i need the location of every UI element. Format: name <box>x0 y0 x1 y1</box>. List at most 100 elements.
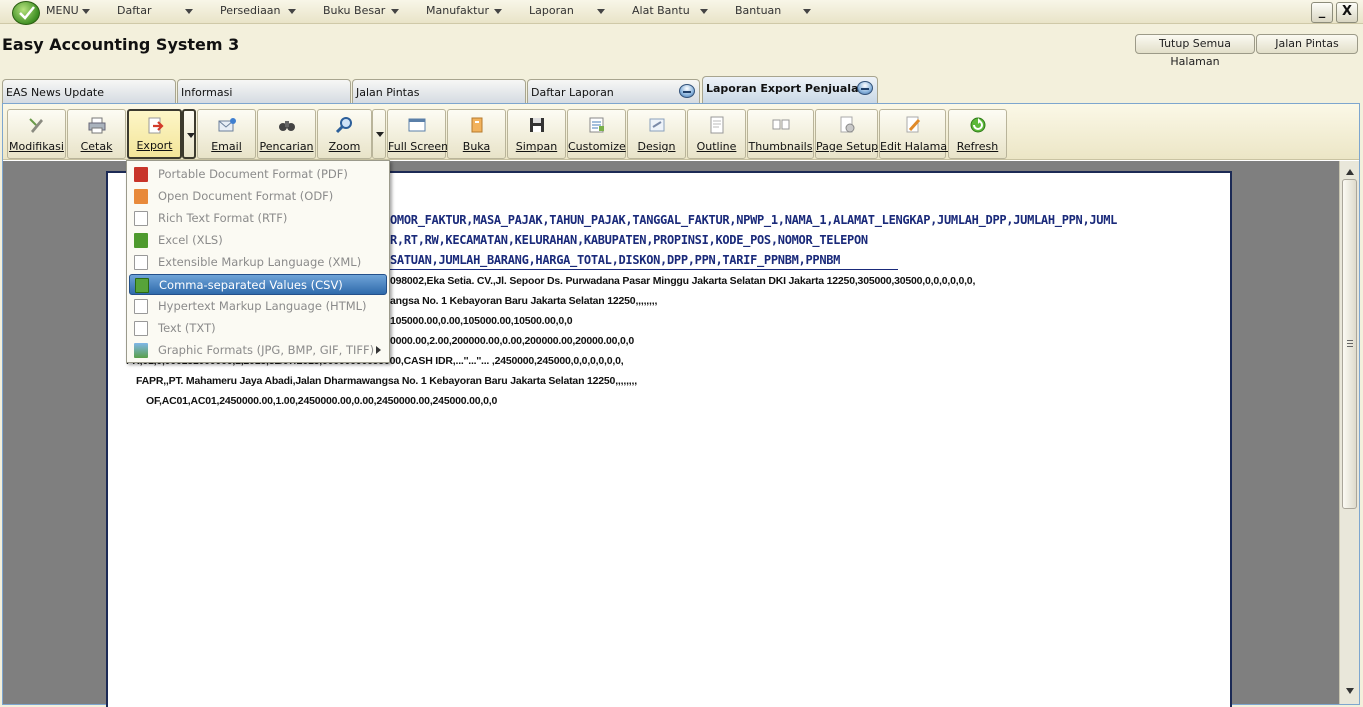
scroll-up-arrow-icon[interactable] <box>1346 169 1354 175</box>
modifikasi-button[interactable]: Modifikasi <box>7 109 66 159</box>
export-txt-label: Text (TXT) <box>158 321 216 335</box>
export-xml-item[interactable]: Extensible Markup Language (XML) <box>129 252 387 273</box>
header-underline <box>390 269 898 270</box>
export-rtf-label: Rich Text Format (RTF) <box>158 211 288 225</box>
tab-laporan-export-penjualan[interactable]: Laporan Export Penjuala... <box>702 76 878 103</box>
chevron-down-icon <box>288 9 296 14</box>
edit-halaman-button[interactable]: Edit Halaman <box>879 109 955 159</box>
export-xml-label: Extensible Markup Language (XML) <box>158 255 362 269</box>
page-setup-label: Page Setup <box>816 140 879 153</box>
edit-page-icon <box>906 116 920 133</box>
export-xls-item[interactable]: Excel (XLS) <box>129 230 387 251</box>
export-odf-label: Open Document Format (ODF) <box>158 189 334 203</box>
scrollbar-thumb[interactable] <box>1342 179 1357 509</box>
tab-label: Daftar Laporan <box>531 86 614 99</box>
design-icon <box>649 118 664 132</box>
design-button[interactable]: Design <box>627 109 686 159</box>
refresh-icon <box>970 117 985 133</box>
export-txt-item[interactable]: Text (TXT) <box>129 318 387 339</box>
printer-icon <box>88 117 105 134</box>
odf-file-icon <box>134 189 148 204</box>
tab-label: Informasi <box>181 86 233 99</box>
close-all-pages-button[interactable]: Tutup Semua Halaman <box>1135 34 1255 68</box>
export-label: Export <box>136 139 173 152</box>
minimize-button[interactable]: _ <box>1311 2 1333 23</box>
full-screen-icon <box>408 118 425 132</box>
tab-label: Laporan Export Penjuala... <box>706 82 872 95</box>
menu-daftar[interactable]: Daftar <box>117 4 193 20</box>
tab-eas-news-update[interactable]: EAS News Update <box>2 79 176 103</box>
export-dropdown-arrow[interactable] <box>182 109 196 159</box>
app-logo-icon[interactable] <box>12 1 40 25</box>
export-button[interactable]: Export <box>127 109 182 159</box>
outline-button[interactable]: Outline <box>687 109 746 159</box>
tab-strip: EAS News Update Informasi Jalan Pintas D… <box>0 76 1363 103</box>
app-title: Easy Accounting System 3 <box>2 35 240 54</box>
save-disk-icon <box>529 118 544 132</box>
close-tab-icon[interactable] <box>857 81 873 95</box>
export-icon <box>148 117 164 134</box>
thumbnails-label: Thumbnails <box>748 140 813 153</box>
menu-bantuan[interactable]: Bantuan <box>735 4 811 20</box>
close-button[interactable]: X <box>1336 2 1358 23</box>
menu-persediaan[interactable]: Persediaan <box>220 4 296 20</box>
close-tab-icon[interactable] <box>679 84 695 98</box>
export-rtf-item[interactable]: Rich Text Format (RTF) <box>129 208 387 229</box>
tab-daftar-laporan[interactable]: Daftar Laporan <box>527 79 700 103</box>
menu-buku-besar[interactable]: Buku Besar <box>323 4 399 20</box>
report-data-line: 105000.00,0.00,105000.00,10500.00,0,0 <box>390 315 573 327</box>
buka-button[interactable]: Buka <box>447 109 506 159</box>
open-file-icon <box>471 117 482 133</box>
report-data-line: angsa No. 1 Kebayoran Baru Jakarta Selat… <box>390 295 658 307</box>
customize-icon <box>589 117 604 133</box>
vertical-scrollbar[interactable] <box>1339 161 1359 704</box>
menu-alat-bantu[interactable]: Alat Bantu <box>632 4 708 20</box>
menu-manufaktur-label: Manufaktur <box>426 4 489 17</box>
report-toolbar: Modifikasi Cetak Export Email Pencarian … <box>3 104 1359 160</box>
modifikasi-label: Modifikasi <box>9 140 64 153</box>
menu-buku-besar-label: Buku Besar <box>323 4 386 17</box>
zoom-dropdown-arrow[interactable] <box>372 109 386 159</box>
menu-main[interactable]: MENU <box>46 4 90 20</box>
menu-manufaktur[interactable]: Manufaktur <box>426 4 502 20</box>
zoom-button[interactable]: Zoom <box>317 109 372 159</box>
export-csv-item[interactable]: Comma-separated Values (CSV) <box>129 274 387 295</box>
export-graphic-item[interactable]: Graphic Formats (JPG, BMP, GIF, TIFF) <box>129 340 387 361</box>
refresh-button[interactable]: Refresh <box>948 109 1007 159</box>
full-screen-button[interactable]: Full Screen <box>387 109 448 159</box>
tab-jalan-pintas[interactable]: Jalan Pintas <box>352 79 526 103</box>
thumbnails-button[interactable]: Thumbnails <box>747 109 814 159</box>
simpan-button[interactable]: Simpan <box>507 109 566 159</box>
page-setup-button[interactable]: Page Setup <box>815 109 878 159</box>
edit-halaman-label: Edit Halaman <box>880 140 955 153</box>
export-xls-label: Excel (XLS) <box>158 233 223 247</box>
tab-informasi[interactable]: Informasi <box>177 79 351 103</box>
rtf-file-icon <box>134 211 148 226</box>
menu-laporan[interactable]: Laporan <box>529 4 605 20</box>
grip-icon <box>1347 340 1353 347</box>
chevron-down-icon <box>494 9 502 14</box>
customize-button[interactable]: Customize <box>567 109 626 159</box>
chevron-down-icon <box>803 9 811 14</box>
cetak-button[interactable]: Cetak <box>67 109 126 159</box>
scroll-down-arrow-icon[interactable] <box>1346 688 1354 694</box>
pencarian-button[interactable]: Pencarian <box>257 109 316 159</box>
shortcuts-button[interactable]: Jalan Pintas <box>1256 34 1358 54</box>
report-header-line: OMOR_FAKTUR,MASA_PAJAK,TAHUN_PAJAK,TANGG… <box>390 213 1118 227</box>
export-pdf-item[interactable]: Portable Document Format (PDF) <box>129 164 387 185</box>
email-label: Email <box>211 140 242 153</box>
menu-bar: MENU Daftar Persediaan Buku Besar Manufa… <box>0 0 1363 25</box>
email-button[interactable]: Email <box>197 109 256 159</box>
magnifier-icon <box>335 117 352 134</box>
html-file-icon <box>134 299 148 314</box>
menu-bantuan-label: Bantuan <box>735 4 782 17</box>
export-html-item[interactable]: Hypertext Markup Language (HTML) <box>129 296 387 317</box>
report-data-line: 0000.00,2.00,200000.00,0.00,200000.00,20… <box>390 335 634 347</box>
thumbnails-icon <box>772 119 789 130</box>
chevron-down-icon <box>597 9 605 14</box>
outline-icon <box>710 116 723 134</box>
export-csv-label: Comma-separated Values (CSV) <box>159 278 343 292</box>
menu-daftar-label: Daftar <box>117 4 152 17</box>
export-odf-item[interactable]: Open Document Format (ODF) <box>129 186 387 207</box>
modify-icon <box>28 118 43 133</box>
